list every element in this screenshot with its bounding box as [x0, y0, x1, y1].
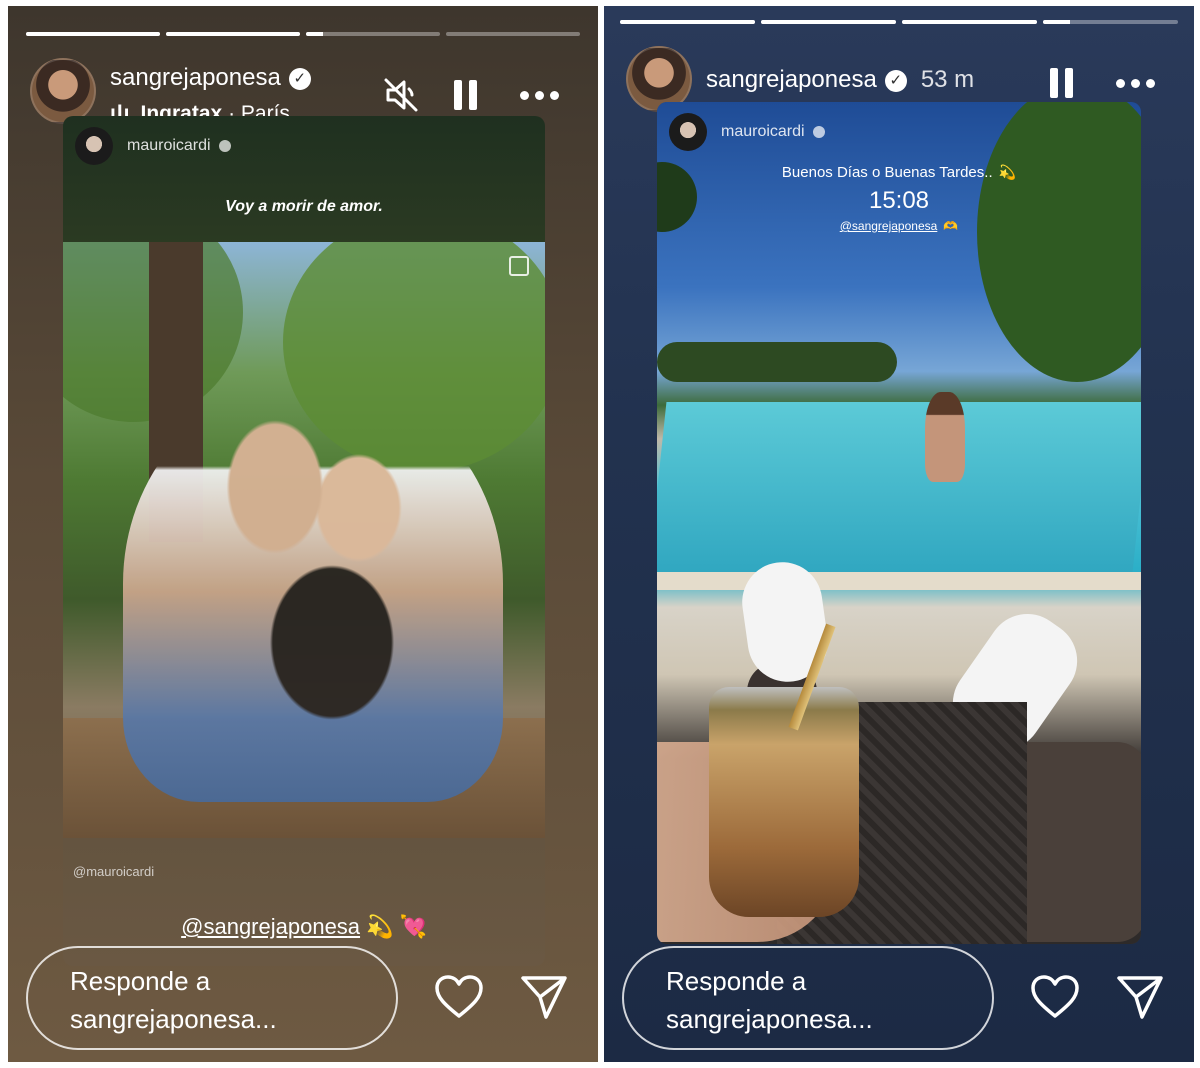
mention-text[interactable]: @sangrejaponesa [840, 219, 938, 233]
couple-figure [123, 382, 503, 802]
progress-segment [620, 20, 755, 24]
username[interactable]: sangrejaponesa ✓ 53 m [706, 66, 974, 94]
more-options-icon[interactable] [1116, 78, 1158, 88]
story-footer: Responde a sangrejaponesa... [26, 946, 580, 1054]
avatar[interactable] [30, 58, 96, 124]
story-footer: Responde a sangrejaponesa... [622, 946, 1176, 1054]
mention-sticker[interactable]: @sangrejaponesa 💫 💘 [63, 914, 545, 940]
pause-icon[interactable] [1050, 68, 1074, 98]
verified-icon [812, 126, 825, 138]
sparkle-emoji: 💫 [366, 915, 394, 940]
reply-placeholder-line1: Responde a [70, 966, 211, 996]
reply-placeholder-line2: sangrejaponesa... [70, 1004, 277, 1034]
card-author-name: mauroicardi [127, 137, 211, 154]
time-sticker: Buenos Días o Buenas Tardes.. 💫 15:08 @sa… [657, 164, 1141, 233]
story-viewer-right[interactable]: sangrejaponesa ✓ 53 m mauroicardi Buenos… [604, 6, 1194, 1062]
progress-segment [306, 32, 440, 36]
verified-icon: ✓ [884, 70, 907, 92]
heart-arrow-emoji: 💘 [399, 915, 427, 940]
card-author[interactable]: mauroicardi [75, 126, 231, 166]
progress-segment [902, 20, 1037, 24]
heart-icon[interactable] [434, 974, 484, 1020]
reply-input[interactable]: Responde a sangrejaponesa... [622, 946, 994, 1050]
story-progress-bar [26, 32, 580, 36]
shared-post-card[interactable]: mauroicardi Voy a morir de amor. @mauroi… [63, 116, 545, 966]
distant-trees [657, 342, 897, 382]
card-author-name: mauroicardi [721, 123, 805, 140]
verified-icon [218, 140, 231, 152]
photo-credit: @mauroicardi [73, 864, 155, 879]
story-viewer-left[interactable]: sangrejaponesa ✓ ılı Ingratax · París maur… [8, 6, 598, 1062]
post-photo[interactable] [63, 242, 545, 838]
progress-segment [26, 32, 160, 36]
progress-segment [1043, 20, 1178, 24]
more-options-icon[interactable] [520, 90, 562, 100]
mention-text: @sangrejaponesa [181, 914, 361, 939]
verified-icon: ✓ [288, 68, 311, 90]
pool-edge [657, 572, 1141, 590]
post-caption: Voy a morir de amor. [225, 198, 383, 215]
progress-segment [166, 32, 300, 36]
card-avatar [669, 113, 707, 151]
progress-segment [446, 32, 580, 36]
shared-post-card[interactable]: mauroicardi Buenos Días o Buenas Tardes.… [657, 102, 1141, 944]
mate-cup [709, 687, 859, 917]
reply-placeholder-line1: Responde a [666, 966, 807, 996]
username[interactable]: sangrejaponesa ✓ [110, 64, 311, 92]
send-icon[interactable] [520, 974, 568, 1020]
carousel-icon [509, 256, 529, 276]
tree-foliage [977, 102, 1141, 382]
greeting-text: Buenos Días o Buenas Tardes.. [781, 164, 993, 181]
story-progress-bar [620, 20, 1178, 24]
pause-icon[interactable] [454, 80, 478, 110]
reply-placeholder-line2: sangrejaponesa... [666, 1004, 873, 1034]
time-ago: 53 m [920, 66, 975, 93]
heart-hands-emoji: 🫶 [943, 219, 959, 233]
card-avatar [75, 127, 113, 165]
time-text: 15:08 [868, 187, 930, 214]
send-icon[interactable] [1116, 974, 1164, 1020]
woman-in-pool [925, 392, 965, 482]
progress-segment [761, 20, 896, 24]
mute-icon[interactable] [382, 76, 420, 114]
reply-input[interactable]: Responde a sangrejaponesa... [26, 946, 398, 1050]
swimming-pool [657, 402, 1141, 582]
sparkle-emoji: 💫 [998, 165, 1017, 181]
card-author[interactable]: mauroicardi [669, 112, 825, 152]
heart-icon[interactable] [1030, 974, 1080, 1020]
